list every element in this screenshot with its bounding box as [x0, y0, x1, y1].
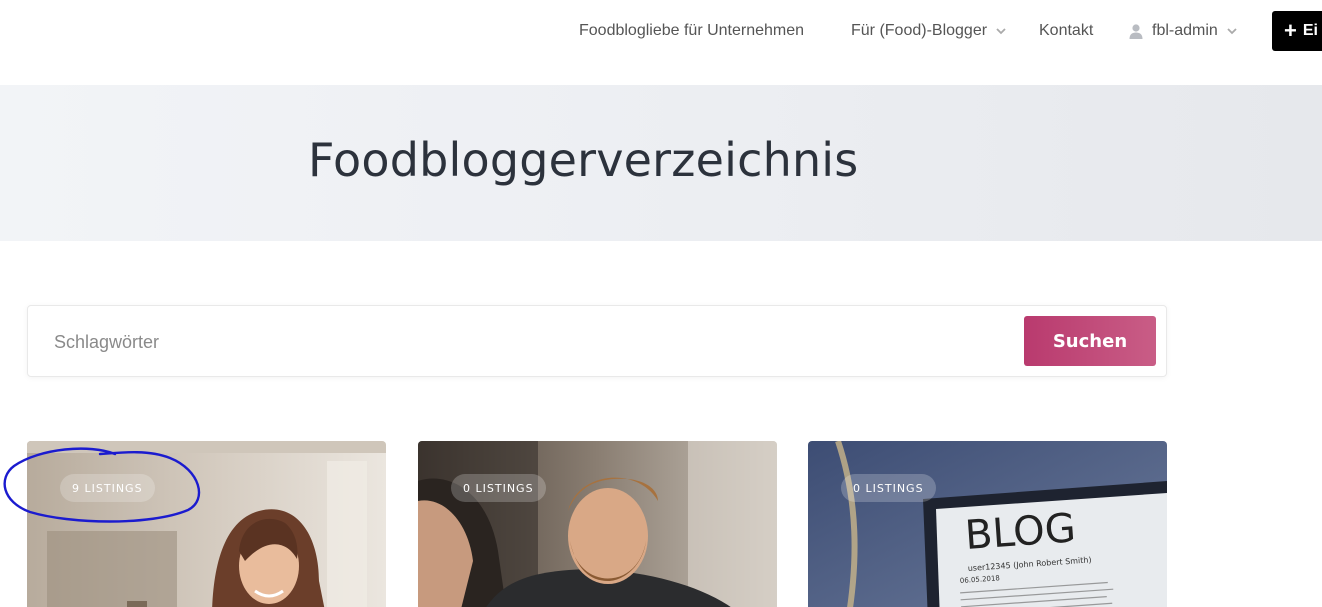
nav-item-bloggers-label: Für (Food)-Blogger: [851, 22, 988, 39]
chevron-down-icon: [996, 28, 1006, 35]
nav-item-user[interactable]: fbl-admin: [1128, 20, 1238, 42]
category-card[interactable]: 9 LISTINGS: [27, 441, 386, 607]
listing-count-badge: 0 LISTINGS: [841, 474, 936, 502]
nav-item-user-label: fbl-admin: [1152, 22, 1218, 39]
hero-banner: Foodbloggerverzeichnis: [0, 85, 1322, 241]
search-bar: Suchen: [27, 305, 1167, 377]
listing-count-badge: 9 LISTINGS: [60, 474, 155, 502]
card-image-man: [418, 441, 777, 607]
search-button[interactable]: Suchen: [1024, 316, 1156, 366]
top-navigation: Foodblogliebe für Unternehmen Für (Food)…: [0, 0, 1322, 85]
search-input[interactable]: [54, 330, 954, 354]
nav-item-contact-label: Kontakt: [1039, 22, 1094, 39]
nav-item-business[interactable]: Foodblogliebe für Unternehmen: [579, 20, 804, 42]
nav-item-bloggers[interactable]: Für (Food)-Blogger: [851, 20, 1007, 42]
chevron-down-icon: [1227, 28, 1237, 35]
nav-item-business-label: Foodblogliebe für Unternehmen: [579, 22, 805, 39]
plus-icon: +: [1284, 18, 1297, 43]
listing-count-badge: 0 LISTINGS: [451, 474, 546, 502]
add-listing-label: Ei: [1302, 22, 1318, 39]
nav-item-contact[interactable]: Kontakt: [1039, 20, 1093, 42]
card-image-blog-text: BLOG: [963, 505, 1077, 559]
add-listing-button[interactable]: + Ei: [1272, 11, 1322, 51]
card-image-blog: BLOG user12345 (John Robert Smith) 06.05…: [808, 441, 1167, 607]
category-card[interactable]: BLOG user12345 (John Robert Smith) 06.05…: [808, 441, 1167, 607]
user-icon: [1129, 24, 1143, 39]
category-card[interactable]: 0 LISTINGS: [418, 441, 777, 607]
card-image-woman: [27, 441, 386, 607]
page-title: Foodbloggerverzeichnis: [308, 133, 859, 187]
